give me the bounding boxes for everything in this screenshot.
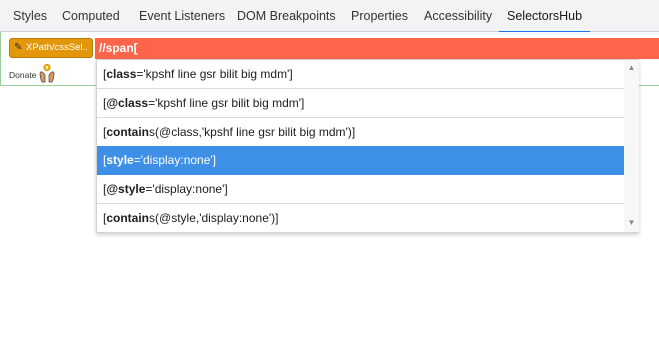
autocomplete-dropdown: [class='kpshf line gsr bilit big mdm'] […: [96, 59, 639, 233]
tab-selectorshub[interactable]: SelectorsHub: [498, 0, 591, 33]
panel-tab-bar: Styles Computed Event Listeners DOM Brea…: [0, 0, 659, 33]
dropdown-scrollbar[interactable]: ▲ ▼: [624, 60, 639, 232]
autocomplete-option-selected[interactable]: [style='display:none']: [97, 146, 624, 175]
tab-styles[interactable]: Styles: [13, 0, 47, 32]
triangle-down-icon[interactable]: ▼: [627, 219, 636, 227]
tab-properties[interactable]: Properties: [351, 0, 408, 32]
donate-hand-icon[interactable]: [38, 63, 56, 83]
pencil-icon: ✎: [14, 42, 23, 53]
xpath-css-selector-toggle-button[interactable]: ✎ XPath/cssSel..: [9, 38, 93, 58]
autocomplete-option[interactable]: [contains(@style,'display:none')]: [97, 204, 624, 233]
autocomplete-option[interactable]: [class='kpshf line gsr bilit big mdm']: [97, 60, 624, 89]
autocomplete-option[interactable]: [contains(@class,'kpshf line gsr bilit b…: [97, 118, 624, 147]
tab-computed[interactable]: Computed: [62, 0, 120, 32]
selector-input[interactable]: //span[: [95, 38, 659, 59]
tab-dom-breakpoints[interactable]: DOM Breakpoints: [237, 0, 336, 32]
xpath-button-label: XPath/cssSel..: [26, 42, 88, 53]
tab-accessibility[interactable]: Accessibility: [424, 0, 492, 32]
tab-event-listeners[interactable]: Event Listeners: [139, 0, 225, 32]
donate-link[interactable]: Donate: [9, 67, 36, 83]
triangle-up-icon[interactable]: ▲: [627, 64, 636, 72]
autocomplete-option[interactable]: [@class='kpshf line gsr bilit big mdm']: [97, 89, 624, 118]
autocomplete-option[interactable]: [@style='display:none']: [97, 175, 624, 204]
autocomplete-list: [class='kpshf line gsr bilit big mdm'] […: [97, 60, 624, 232]
